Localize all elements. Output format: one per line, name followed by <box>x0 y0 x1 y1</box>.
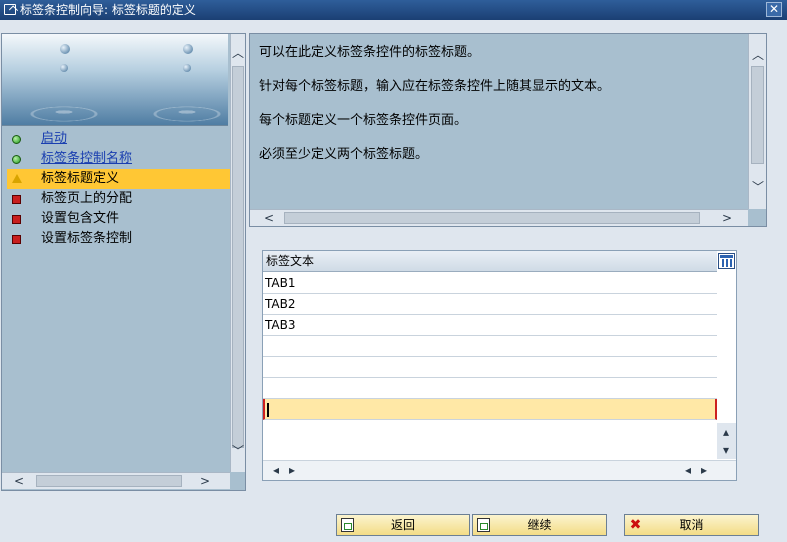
step-link[interactable]: 标签条控制名称 <box>41 151 132 166</box>
steps-list: 启动 标签条控制名称 标签标题定义 标签页上的分配 设置包含文件 设置标签条控制 <box>7 129 230 249</box>
window-title: 标签条控制向导: 标签标题的定义 <box>20 3 196 17</box>
continue-button-label: 继续 <box>527 518 552 532</box>
title-bar: 标签条控制向导: 标签标题的定义 ✕ <box>0 0 787 20</box>
table-row[interactable]: TAB2 <box>263 294 717 315</box>
steps-horizontal-scrollbar[interactable]: < > <box>2 472 230 489</box>
red-square-icon <box>12 215 21 224</box>
scroll-left-icon[interactable]: < <box>262 211 276 225</box>
step-tab-title-definition[interactable]: 标签标题定义 <box>7 169 230 189</box>
scroll-down-icon[interactable]: ﹀ <box>231 444 245 458</box>
back-button-label: 返回 <box>390 518 415 532</box>
description-line: 针对每个标签标题，输入应在标签条控件上随其显示的文本。 <box>259 79 611 94</box>
water-drop-banner <box>2 34 228 126</box>
table-input-row[interactable] <box>263 399 717 420</box>
description-text: 可以在此定义标签条控件的标签标题。 针对每个标签标题，输入应在标签条控件上随其显… <box>259 44 747 180</box>
step-label: 标签标题定义 <box>41 171 120 186</box>
cancel-button[interactable]: ✖ 取消 <box>624 514 759 536</box>
water-drop-image <box>60 44 70 54</box>
column-header-tab-text[interactable]: 标签文本 <box>263 251 717 272</box>
scroll-down-icon[interactable]: ﹀ <box>751 180 765 194</box>
scroll-right-icon[interactable]: > <box>198 474 212 488</box>
description-panel: 可以在此定义标签条控件的标签标题。 针对每个标签标题，输入应在标签条控件上随其显… <box>249 33 767 227</box>
step-tab-page-assignment[interactable]: 标签页上的分配 <box>7 189 230 209</box>
wizard-steps-panel: 启动 标签条控制名称 标签标题定义 标签页上的分配 设置包含文件 设置标签条控制… <box>1 33 246 491</box>
scroll-up-icon[interactable]: ︿ <box>231 46 245 60</box>
close-button[interactable]: ✕ <box>766 2 782 17</box>
table-row[interactable]: TAB3 <box>263 315 717 336</box>
scroll-left-icon[interactable]: ◂ <box>269 463 283 477</box>
step-include-file[interactable]: 设置包含文件 <box>7 209 230 229</box>
steps-vertical-scrollbar[interactable]: ︿ ﹀ <box>230 34 245 472</box>
green-light-icon <box>12 155 21 164</box>
description-line: 必须至少定义两个标签标题。 <box>259 147 429 162</box>
table-row[interactable]: TAB1 <box>263 273 717 294</box>
scroll-up-icon[interactable]: ︿ <box>751 48 765 62</box>
step-tabstrip-settings[interactable]: 设置标签条控制 <box>7 229 230 249</box>
scroll-up-icon[interactable]: ▴ <box>719 425 733 439</box>
warning-triangle-icon <box>12 174 22 183</box>
scroll-thumb[interactable] <box>751 66 764 164</box>
description-line: 可以在此定义标签条控件的标签标题。 <box>259 45 481 60</box>
continue-button[interactable]: 继续 <box>472 514 607 536</box>
scroll-right-icon[interactable]: > <box>720 211 734 225</box>
step-start[interactable]: 启动 <box>7 129 230 149</box>
scroll-thumb[interactable] <box>36 475 182 487</box>
step-label: 标签页上的分配 <box>41 191 133 206</box>
water-drop-image <box>60 64 68 72</box>
window-icon <box>4 4 16 15</box>
step-label: 设置包含文件 <box>41 211 120 226</box>
description-vertical-scrollbar[interactable]: ︿ ﹀ <box>748 34 766 209</box>
red-x-icon: ✖ <box>629 517 642 533</box>
table-vertical-scrollbar[interactable]: ▴ ▾ <box>717 423 736 459</box>
scroll-left-icon[interactable]: ◂ <box>681 463 695 477</box>
text-cursor <box>267 402 269 417</box>
table-rows: TAB1 TAB2 TAB3 <box>263 273 717 420</box>
table-row[interactable] <box>263 336 717 357</box>
back-button[interactable]: 返回 <box>336 514 470 536</box>
cancel-button-label: 取消 <box>679 518 704 532</box>
table-settings-icon[interactable] <box>718 253 735 269</box>
description-line: 每个标题定义一个标签条控件页面。 <box>259 113 468 128</box>
scroll-thumb[interactable] <box>284 212 700 224</box>
red-square-icon <box>12 235 21 244</box>
scroll-right-icon[interactable]: ▸ <box>285 463 299 477</box>
tab-title-table: 标签文本 TAB1 TAB2 TAB3 ▴ ▾ ◂ ▸ ◂ ▸ <box>262 250 737 481</box>
document-back-icon <box>341 518 354 532</box>
water-drop-image <box>183 64 191 72</box>
table-row[interactable] <box>263 357 717 378</box>
water-drop-image <box>183 44 193 54</box>
table-row[interactable] <box>263 378 717 399</box>
document-continue-icon <box>477 518 490 532</box>
table-horizontal-scrollbar[interactable]: ◂ ▸ ◂ ▸ <box>263 460 736 480</box>
step-label: 设置标签条控制 <box>41 231 133 246</box>
scroll-thumb[interactable] <box>232 66 244 448</box>
step-tabstrip-name[interactable]: 标签条控制名称 <box>7 149 230 169</box>
green-light-icon <box>12 135 21 144</box>
step-link[interactable]: 启动 <box>41 131 67 146</box>
scroll-left-icon[interactable]: < <box>12 474 26 488</box>
description-horizontal-scrollbar[interactable]: < > <box>250 209 748 226</box>
red-square-icon <box>12 195 21 204</box>
scroll-down-icon[interactable]: ▾ <box>719 443 733 457</box>
scroll-right-icon[interactable]: ▸ <box>697 463 711 477</box>
